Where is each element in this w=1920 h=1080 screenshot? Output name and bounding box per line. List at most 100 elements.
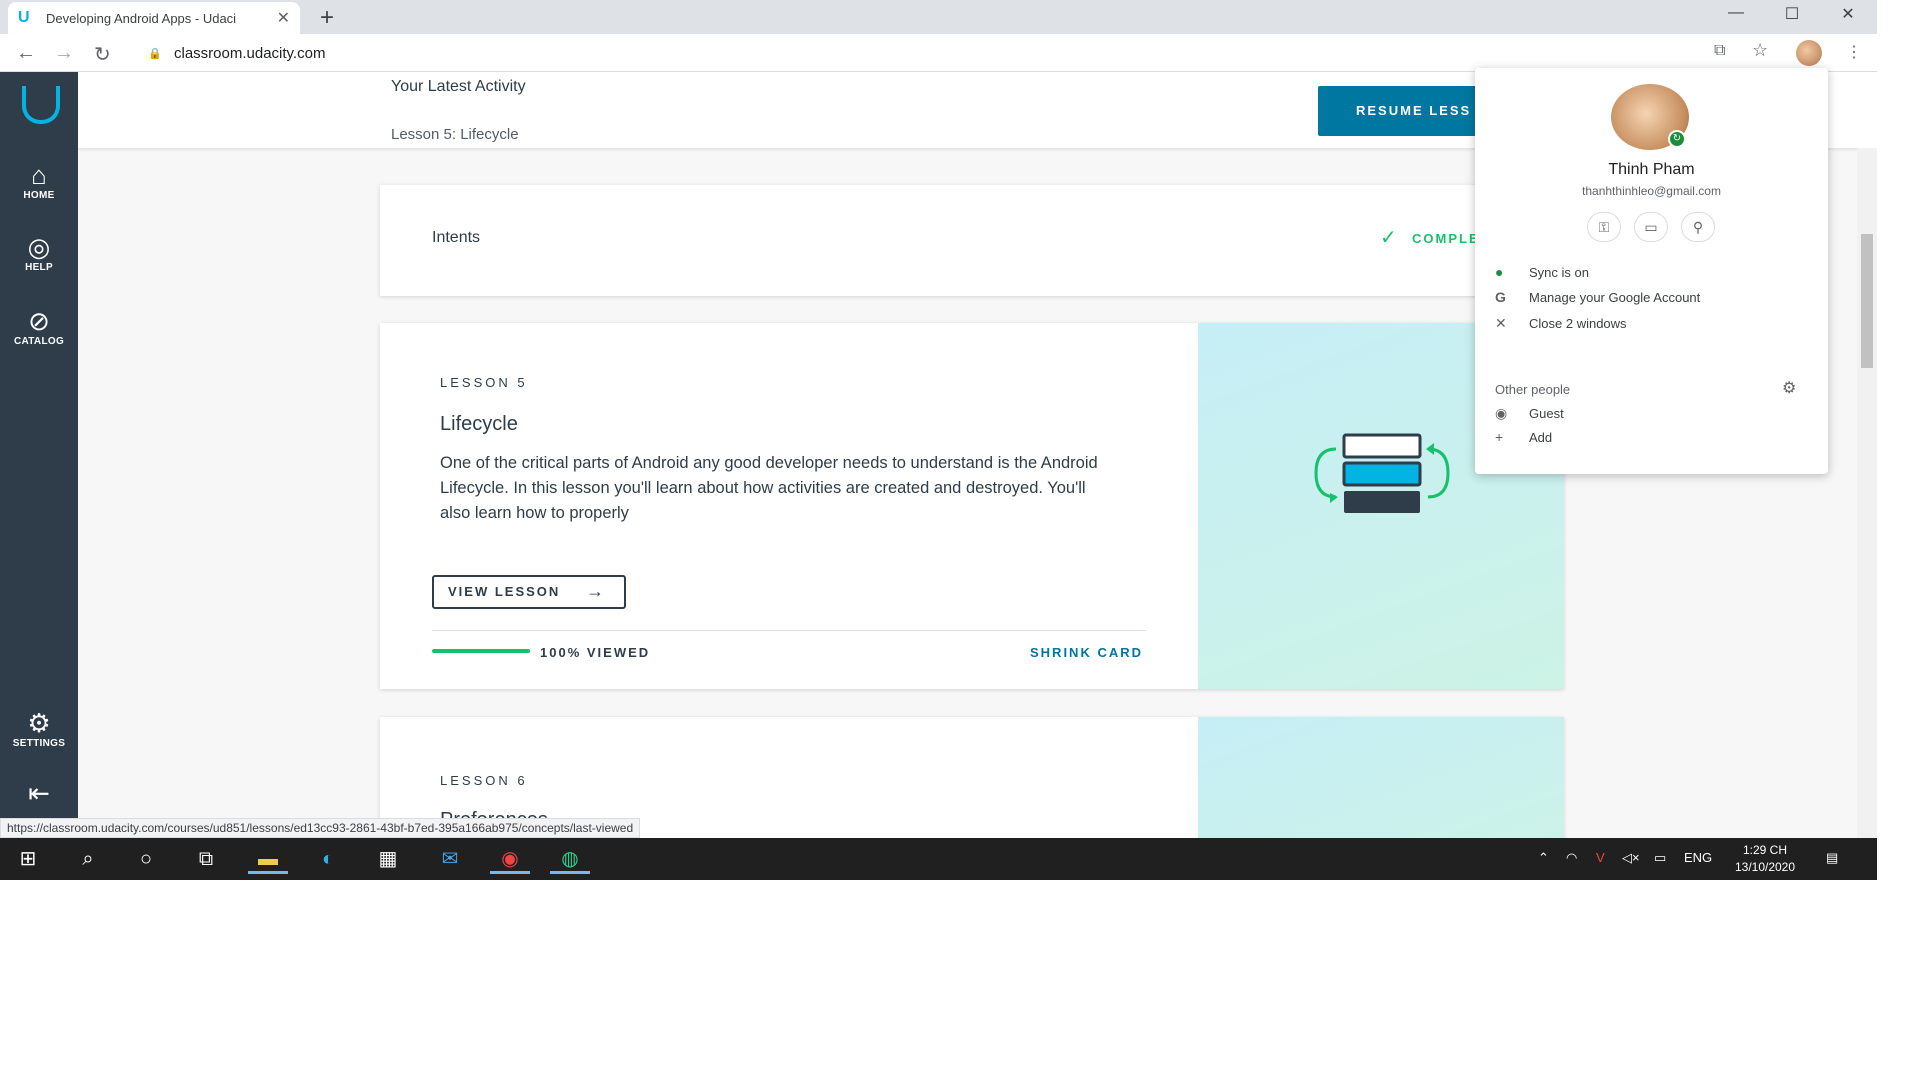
file-explorer-icon[interactable]: ▬ (248, 846, 288, 874)
view-lesson-button[interactable]: VIEW LESSON → (432, 575, 626, 609)
add-person-row[interactable]: + Add (1495, 426, 1815, 448)
passwords-key-icon[interactable]: ⚿ (1587, 212, 1621, 242)
lesson-title: Lifecycle (440, 413, 518, 435)
browser-toolbar: ← → ↻ 🔒 classroom.udacity.com ⧉ ☆ ⋮ (0, 34, 1877, 72)
profile-email: thanhthinhleo@gmail.com (1582, 184, 1721, 198)
manage-account-row[interactable]: G Manage your Google Account (1495, 286, 1815, 308)
payment-card-icon[interactable]: ▭ (1634, 212, 1668, 242)
app-icon[interactable]: ◍ (550, 846, 590, 874)
language-indicator[interactable]: ENG (1684, 850, 1712, 865)
bookmark-star-icon[interactable]: ☆ (1752, 40, 1768, 61)
profile-popup: ↻ Thinh Pham thanhthinhleo@gmail.com ⚿ ▭… (1475, 68, 1828, 474)
windows-start-icon[interactable]: ⊞ (8, 846, 48, 874)
lesson-title: Intents (432, 229, 481, 246)
lesson-illustration (1198, 717, 1564, 838)
battery-icon[interactable]: ▭ (1654, 850, 1666, 866)
logout-icon: ⇤ (28, 778, 50, 808)
lock-icon: 🔒 (148, 47, 162, 60)
minimize-button[interactable]: — (1716, 4, 1756, 22)
card-divider (432, 630, 1146, 631)
clock-date: 13/10/2020 (1734, 860, 1796, 874)
plus-icon: + (1495, 429, 1504, 445)
notification-center-icon[interactable]: ▤ (1826, 850, 1838, 866)
compass-icon: ⊘ (28, 306, 50, 336)
latest-activity-title: Your Latest Activity (391, 78, 526, 95)
tray-chevron-icon[interactable]: ⌃ (1538, 850, 1549, 866)
forward-icon[interactable]: → (54, 42, 74, 65)
progress-bar (432, 649, 530, 653)
manage-people-gear-icon[interactable]: ⚙ (1782, 378, 1796, 398)
search-icon[interactable]: ⌕ (68, 846, 108, 874)
store-icon[interactable]: ▦ (368, 846, 408, 874)
udacity-logo-icon[interactable] (22, 86, 60, 124)
close-windows-row[interactable]: ✕ Close 2 windows (1495, 312, 1815, 334)
google-g-icon: G (1495, 289, 1506, 305)
latest-activity-lesson: Lesson 5: Lifecycle (391, 126, 519, 143)
lesson-description: One of the critical parts of Android any… (440, 454, 1098, 522)
checkmark-icon: ✓ (1380, 227, 1397, 249)
address-bar[interactable]: 🔒 classroom.udacity.com (140, 38, 1800, 68)
mail-icon[interactable]: ✉ (430, 846, 470, 874)
window-close-button[interactable]: ✕ (1828, 4, 1868, 24)
view-lesson-label: VIEW LESSON (448, 584, 561, 599)
guest-person-icon: ◉ (1495, 404, 1508, 421)
sync-badge-icon: ↻ (1668, 130, 1686, 148)
reload-icon[interactable]: ↻ (94, 42, 111, 67)
close-icon: ✕ (1495, 314, 1507, 331)
guest-row[interactable]: ◉ Guest (1495, 402, 1815, 424)
cortana-icon[interactable]: ○ (126, 846, 166, 874)
clock[interactable]: 1:29 CH 13/10/2020 (1720, 842, 1810, 876)
nav-help[interactable]: ◎ HELP (0, 232, 78, 273)
volume-mute-icon[interactable]: ◁× (1622, 850, 1640, 866)
nav-help-label: HELP (25, 262, 53, 273)
nav-home[interactable]: ⌂ HOME (0, 160, 78, 201)
profile-avatar-button[interactable] (1796, 40, 1822, 66)
other-people-heading: Other people (1495, 382, 1571, 397)
antivirus-icon[interactable]: V (1596, 850, 1605, 865)
udacity-favicon-icon: U (18, 9, 30, 26)
windows-taskbar: ⊞ ⌕ ○ ⧉ ▬ ◐ ▦ ✉ ◉ ◍ ⌃ ◠ V ◁× ▭ ENG 1:29 … (0, 838, 1877, 880)
link-status-bubble: https://classroom.udacity.com/courses/ud… (0, 818, 641, 838)
sync-on-icon: ● (1495, 264, 1504, 280)
chrome-icon[interactable]: ◉ (490, 846, 530, 874)
lifebuoy-icon: ◎ (27, 232, 51, 262)
tab-close-icon[interactable]: ✕ (277, 8, 290, 28)
lesson-number: LESSON 6 (440, 773, 528, 788)
url-text: classroom.udacity.com (174, 44, 326, 62)
manage-account-text: Manage your Google Account (1529, 289, 1701, 305)
home-icon: ⌂ (31, 160, 47, 190)
sync-status-text: Sync is on (1529, 264, 1589, 280)
nav-catalog-label: CATALOG (13, 336, 65, 347)
wifi-icon[interactable]: ◠ (1566, 850, 1577, 866)
translate-icon[interactable]: ⧉ (1714, 42, 1725, 60)
arrow-right-icon: → (586, 581, 606, 601)
add-text: Add (1529, 429, 1553, 445)
lesson-number: LESSON 5 (440, 375, 528, 390)
sync-status-row[interactable]: ● Sync is on (1495, 261, 1815, 283)
menu-kebab-icon[interactable]: ⋮ (1846, 42, 1862, 62)
edge-icon[interactable]: ◐ (308, 846, 348, 874)
new-tab-button[interactable]: + (320, 4, 334, 32)
viewed-percent: 100% VIEWED (540, 645, 651, 660)
lesson-card-intents[interactable]: Intents ✓ COMPLET (380, 185, 1564, 296)
profile-name: Thinh Pham (1608, 161, 1695, 178)
udacity-sidebar: ⌂ HOME ◎ HELP ⊘ CATALOG ⚙ SETTINGS ⇤ (0, 72, 78, 838)
clock-time: 1:29 CH (1742, 843, 1788, 857)
close-windows-text: Close 2 windows (1529, 315, 1627, 331)
nav-settings-label: SETTINGS (12, 738, 66, 749)
back-icon[interactable]: ← (16, 42, 36, 65)
nav-home-label: HOME (23, 190, 55, 201)
nav-logout[interactable]: ⇤ (0, 778, 78, 808)
lesson-card-lifecycle: LESSON 5 Lifecycle One of the critical p… (380, 323, 1564, 689)
scrollbar-thumb[interactable] (1861, 234, 1873, 368)
guest-text: Guest (1529, 405, 1564, 421)
address-pin-icon[interactable]: ⚲ (1681, 212, 1715, 242)
maximize-button[interactable]: ☐ (1772, 4, 1812, 24)
screen: U Developing Android Apps - Udaci ✕ + — … (0, 0, 1877, 880)
tab-strip: U Developing Android Apps - Udaci ✕ + — … (0, 0, 1877, 34)
nav-catalog[interactable]: ⊘ CATALOG (0, 306, 78, 347)
nav-settings[interactable]: ⚙ SETTINGS (0, 708, 78, 749)
shrink-card-link[interactable]: SHRINK CARD (1030, 645, 1143, 660)
browser-tab[interactable]: U Developing Android Apps - Udaci ✕ (8, 2, 300, 34)
task-view-icon[interactable]: ⧉ (186, 846, 226, 874)
